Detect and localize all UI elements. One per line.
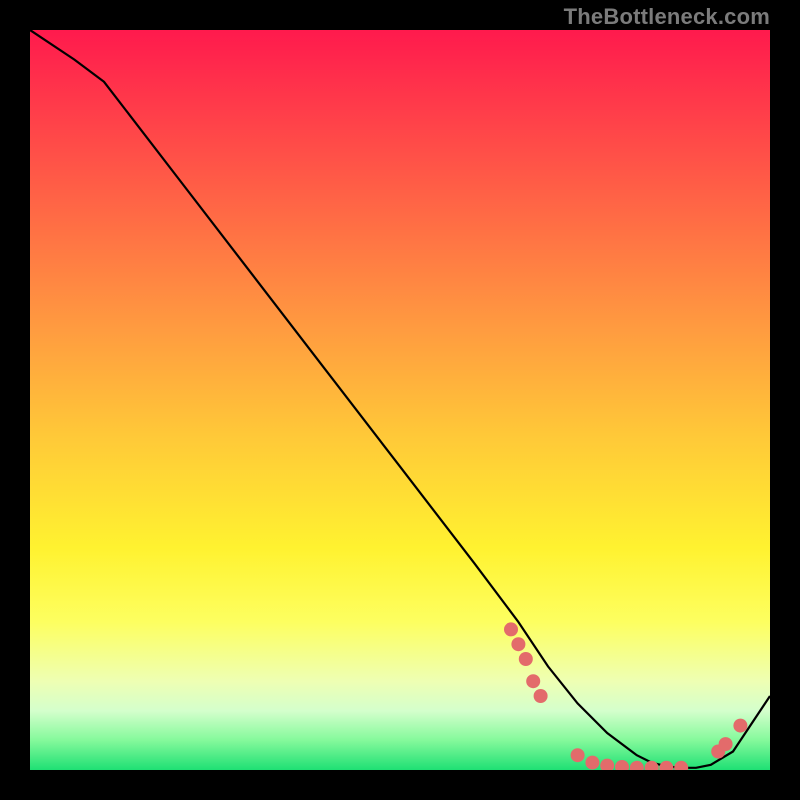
data-marker bbox=[674, 761, 688, 770]
data-marker bbox=[534, 689, 548, 703]
data-marker bbox=[504, 622, 518, 636]
data-marker bbox=[585, 756, 599, 770]
watermark-text: TheBottleneck.com bbox=[564, 4, 770, 30]
data-marker bbox=[571, 748, 585, 762]
data-marker bbox=[615, 760, 629, 770]
data-marker bbox=[511, 637, 525, 651]
data-marker bbox=[659, 761, 673, 770]
bottleneck-curve-line bbox=[30, 30, 770, 768]
data-marker bbox=[733, 719, 747, 733]
data-marker bbox=[645, 761, 659, 770]
chart-frame bbox=[30, 30, 770, 770]
chart-svg bbox=[30, 30, 770, 770]
data-marker bbox=[526, 674, 540, 688]
data-marker bbox=[519, 652, 533, 666]
data-marker bbox=[600, 759, 614, 770]
data-marker bbox=[719, 737, 733, 751]
data-marker bbox=[630, 761, 644, 770]
